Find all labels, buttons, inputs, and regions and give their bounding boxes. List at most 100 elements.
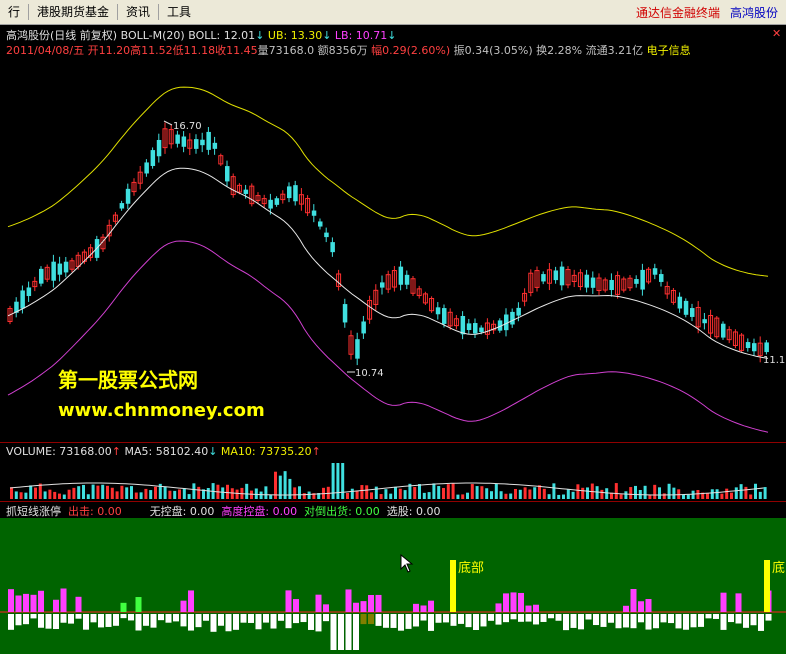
indicator-negative-bar (765, 614, 772, 621)
volume-bar (504, 493, 508, 499)
volume-bar (226, 484, 229, 499)
indicator-negative-bar (128, 614, 134, 621)
volume-bar (82, 484, 85, 499)
indicator-negative-bar (53, 614, 59, 630)
volume-bar (192, 483, 196, 499)
volume-bar (730, 492, 733, 499)
low-price-marker: 10.74 (355, 368, 384, 379)
volume-bar (245, 483, 249, 499)
volume-bar (365, 485, 369, 499)
menu-item-info[interactable]: 资讯 (118, 0, 158, 24)
indicator-negative-bar (728, 614, 734, 623)
candle-body (324, 232, 329, 238)
mouse-cursor-icon (400, 554, 414, 573)
volume-bar (43, 491, 47, 499)
candle-body (144, 162, 149, 174)
indicator-negative-bar (668, 614, 674, 624)
indicator-negative-bar (555, 614, 562, 621)
volume-bar (14, 491, 18, 499)
volume-bar (422, 492, 426, 499)
candle-body (181, 136, 187, 147)
indicator-negative-bar (270, 614, 277, 629)
indicator-positive-bar (510, 592, 517, 612)
indicator-positive-bar (188, 590, 194, 612)
volume-bar (307, 491, 311, 499)
indicator-negative-bar (233, 614, 239, 630)
volume-bar (24, 492, 28, 499)
volume-bar (542, 488, 546, 499)
candle-body (702, 319, 707, 324)
volume-bar (58, 493, 61, 499)
candle-body (510, 311, 515, 325)
indicator-negative-bar (68, 614, 74, 624)
indicator-positive-bar (8, 589, 14, 612)
volume-bar (552, 483, 556, 499)
indicator-negative-bar (473, 614, 479, 630)
indicator-negative-bar (600, 614, 607, 627)
last-price-label: 11.1 (763, 355, 785, 366)
volume-bar (206, 487, 210, 499)
indicator-negative-bar (195, 614, 202, 628)
menu-item-trade[interactable]: 行 (0, 0, 28, 24)
candle-body (479, 327, 484, 333)
volume-bar (427, 492, 431, 499)
indicator-positive-bar (30, 594, 37, 612)
indicator-negative-bar (705, 614, 712, 619)
volume-bar (466, 492, 469, 499)
candle-body (764, 342, 769, 353)
volume-bar (629, 487, 633, 499)
indicator-negative-bar (593, 614, 599, 626)
indicator-negative-bar (495, 614, 502, 625)
indicator-negative-bar (720, 614, 727, 630)
volume-bar (686, 494, 690, 499)
indicator-panel[interactable]: 底部 底 (0, 518, 786, 654)
indicator-negative-bar (398, 614, 404, 631)
volume-bar (331, 463, 335, 499)
indicator-positive-bar (375, 594, 382, 612)
volume-bar (432, 483, 436, 499)
indicator-negative-bar (255, 614, 262, 630)
volume-bar (475, 486, 479, 499)
volume-panel[interactable]: VOLUME: 73168.00↑ MA5: 58102.40↓ MA10: 7… (0, 443, 786, 501)
candle-body (652, 268, 658, 275)
volume-bar (259, 491, 263, 499)
indicator-negative-bar (203, 614, 209, 621)
indicator-positive-bar (60, 588, 67, 612)
indicator-negative-bar (615, 614, 622, 629)
indicator-pick: 选股: 0.00 (386, 505, 441, 518)
volume-bar (173, 490, 177, 499)
volume-bar (725, 488, 729, 499)
indicator-negative-bar (390, 614, 397, 628)
volume-bar (341, 463, 345, 499)
candle-body (63, 261, 69, 273)
volume-bar (384, 489, 388, 499)
indicator-formula-name[interactable]: 抓短线涨停 (6, 505, 61, 518)
indicator-negative-bar (638, 614, 644, 623)
candle-body (634, 279, 639, 284)
menu-item-hk-futures[interactable]: 港股期货基金 (29, 0, 117, 24)
indicator-negative-bar (165, 614, 172, 623)
candle-body (690, 308, 695, 317)
volume-bar (34, 487, 37, 499)
candle-body (398, 266, 404, 285)
volume-bar (442, 487, 445, 499)
volume-bar (398, 488, 402, 499)
indicator-negative-bar (675, 614, 682, 629)
volume-bar (293, 487, 297, 499)
volume-bar (696, 489, 700, 499)
volume-bar (110, 487, 114, 499)
candle-body (330, 242, 335, 253)
volume-bar (586, 487, 589, 499)
volume-bar (581, 487, 585, 499)
volume-bar (528, 489, 532, 499)
volume-bar (379, 494, 383, 499)
indicator-negative-bar (578, 614, 584, 630)
volume-bar (134, 492, 138, 499)
upper-band-line (7, 86, 769, 277)
current-stock-name[interactable]: 高鸿股份 (730, 4, 778, 21)
menu-item-tools[interactable]: 工具 (159, 0, 199, 24)
candle-body (200, 139, 205, 146)
volume-bar (446, 484, 450, 499)
indicator-negative-bar (645, 614, 652, 630)
indicator-positive-bar (413, 603, 419, 612)
